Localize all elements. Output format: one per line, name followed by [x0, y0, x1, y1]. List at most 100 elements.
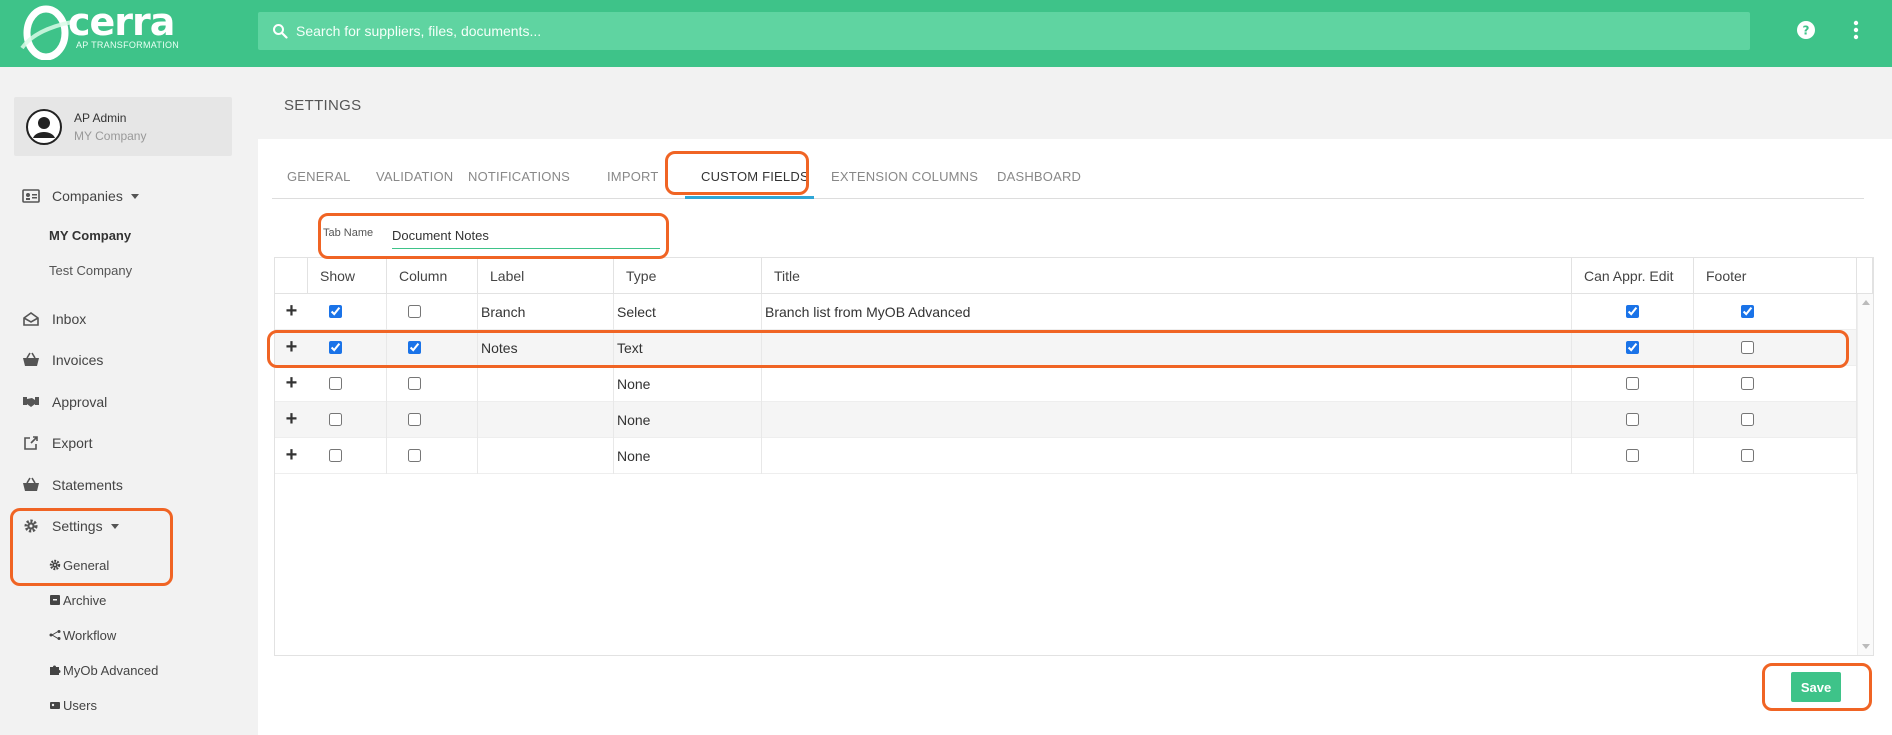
- tab-notifications[interactable]: NOTIFICATIONS: [468, 169, 570, 184]
- table-row: + None: [275, 366, 1857, 402]
- grid-header-spacer: [1857, 258, 1873, 294]
- checkbox-show[interactable]: [329, 341, 342, 354]
- tab-name-input[interactable]: [392, 223, 660, 249]
- grid-cell: [1694, 294, 1857, 330]
- basket-icon: [23, 352, 39, 366]
- scroll-up-icon[interactable]: [1862, 300, 1870, 305]
- grid-header-can-appr-edit: Can Appr. Edit: [1572, 258, 1694, 294]
- checkbox-footer[interactable]: [1741, 377, 1754, 390]
- logo-mark-icon: [20, 5, 73, 60]
- more-vert-icon[interactable]: [1852, 20, 1860, 40]
- checkbox-column[interactable]: [408, 341, 421, 354]
- cell-type: Select: [614, 294, 762, 330]
- checkbox-footer[interactable]: [1741, 305, 1754, 318]
- grid-header-show: Show: [308, 258, 387, 294]
- grid-cell: [387, 366, 478, 402]
- search-input[interactable]: [296, 12, 1736, 50]
- table-row: + None: [275, 438, 1857, 474]
- grid-scrollbar[interactable]: [1857, 294, 1873, 655]
- sidebar-item-label: Export: [52, 435, 93, 451]
- grid-header-footer: Footer: [1694, 258, 1857, 294]
- gear-icon: [49, 559, 61, 571]
- export-icon: [24, 436, 38, 450]
- handshake-icon: [23, 397, 39, 407]
- sidebar-item-inbox[interactable]: Inbox: [22, 307, 86, 331]
- grid-cell: [308, 294, 387, 330]
- cerra-logo[interactable]: cerra AP TRANSFORMATION: [12, 0, 187, 60]
- grid-header-label: Label: [478, 258, 614, 294]
- checkbox-footer[interactable]: [1741, 449, 1754, 462]
- grid-cell: [1694, 438, 1857, 474]
- sidebar-settings-myob-advanced[interactable]: MyOb Advanced: [49, 660, 158, 680]
- sidebar-item-label: Approval: [52, 394, 108, 410]
- scroll-down-icon[interactable]: [1862, 644, 1870, 649]
- table-row: + Branch Select Branch list from MyOB Advan…: [275, 294, 1857, 330]
- settings-panel: GENERAL VALIDATION NOTIFICATIONS IMPORT …: [258, 139, 1892, 735]
- cell-type: None: [614, 366, 762, 402]
- checkbox-footer[interactable]: [1741, 341, 1754, 354]
- grid-header-title: Title: [762, 258, 1572, 294]
- sidebar-item-settings[interactable]: Settings: [22, 514, 119, 538]
- sidebar-company-my-company[interactable]: MY Company: [49, 228, 131, 243]
- cell-label: [478, 438, 614, 474]
- tab-extension-columns[interactable]: EXTENSION COLUMNS: [831, 169, 978, 184]
- sidebar-settings-general[interactable]: General: [49, 555, 109, 575]
- sidebar-sub-label: Users: [63, 697, 97, 713]
- user-card[interactable]: AP Admin MY Company: [14, 97, 232, 156]
- caret-down-icon: [110, 523, 119, 529]
- sidebar-item-label: Settings: [52, 518, 103, 534]
- tab-general[interactable]: GENERAL: [287, 169, 351, 184]
- checkbox-column[interactable]: [408, 449, 421, 462]
- add-row-icon[interactable]: +: [275, 330, 308, 366]
- avatar-icon: [26, 109, 62, 145]
- settings-tabs: GENERAL VALIDATION NOTIFICATIONS IMPORT …: [272, 159, 1864, 199]
- sidebar-company-test-company[interactable]: Test Company: [49, 263, 132, 278]
- checkbox-column[interactable]: [408, 377, 421, 390]
- sidebar-settings-workflow[interactable]: Workflow: [49, 625, 116, 645]
- checkbox-show[interactable]: [329, 449, 342, 462]
- checkbox-can-appr-edit[interactable]: [1626, 341, 1639, 354]
- sidebar-item-export[interactable]: Export: [22, 431, 92, 455]
- tab-custom-fields[interactable]: CUSTOM FIELDS: [701, 169, 809, 184]
- cell-title: [762, 330, 1572, 366]
- grid-cell: [1694, 402, 1857, 438]
- add-row-icon[interactable]: +: [275, 366, 308, 402]
- sidebar-item-invoices[interactable]: Invoices: [22, 348, 103, 372]
- checkbox-show[interactable]: [329, 377, 342, 390]
- sidebar-item-statements[interactable]: Statements: [22, 473, 123, 497]
- sidebar-item-companies[interactable]: Companies: [22, 184, 139, 208]
- sidebar-item-approval[interactable]: Approval: [22, 390, 107, 414]
- add-row-icon[interactable]: +: [275, 294, 308, 330]
- tab-validation[interactable]: VALIDATION: [376, 169, 453, 184]
- puzzle-icon: [50, 665, 61, 675]
- grid-header-add: [275, 258, 308, 294]
- tab-name-label: Tab Name: [323, 227, 374, 239]
- id-card-icon: [22, 189, 40, 203]
- add-row-icon[interactable]: +: [275, 402, 308, 438]
- sidebar-settings-users[interactable]: Users: [49, 695, 97, 715]
- cell-label: Branch: [478, 294, 614, 330]
- grid-header-column: Column: [387, 258, 478, 294]
- checkbox-can-appr-edit[interactable]: [1626, 305, 1639, 318]
- help-icon[interactable]: ?: [1797, 21, 1815, 39]
- grid-cell: [387, 330, 478, 366]
- save-button[interactable]: Save: [1791, 672, 1841, 702]
- sidebar-settings-archive[interactable]: Archive: [49, 590, 106, 610]
- add-row-icon[interactable]: +: [275, 438, 308, 474]
- checkbox-column[interactable]: [408, 305, 421, 318]
- tab-dashboard[interactable]: DASHBOARD: [997, 169, 1081, 184]
- grid-cell: [387, 294, 478, 330]
- search-bar[interactable]: [258, 12, 1750, 50]
- sidebar-item-label: Invoices: [52, 352, 104, 368]
- cell-type: None: [614, 438, 762, 474]
- checkbox-can-appr-edit[interactable]: [1626, 449, 1639, 462]
- tab-import[interactable]: IMPORT: [607, 169, 659, 184]
- table-row: + Notes Text: [275, 330, 1857, 366]
- checkbox-column[interactable]: [408, 413, 421, 426]
- checkbox-show[interactable]: [329, 413, 342, 426]
- checkbox-show[interactable]: [329, 305, 342, 318]
- checkbox-footer[interactable]: [1741, 413, 1754, 426]
- checkbox-can-appr-edit[interactable]: [1626, 377, 1639, 390]
- grid-cell: [387, 438, 478, 474]
- checkbox-can-appr-edit[interactable]: [1626, 413, 1639, 426]
